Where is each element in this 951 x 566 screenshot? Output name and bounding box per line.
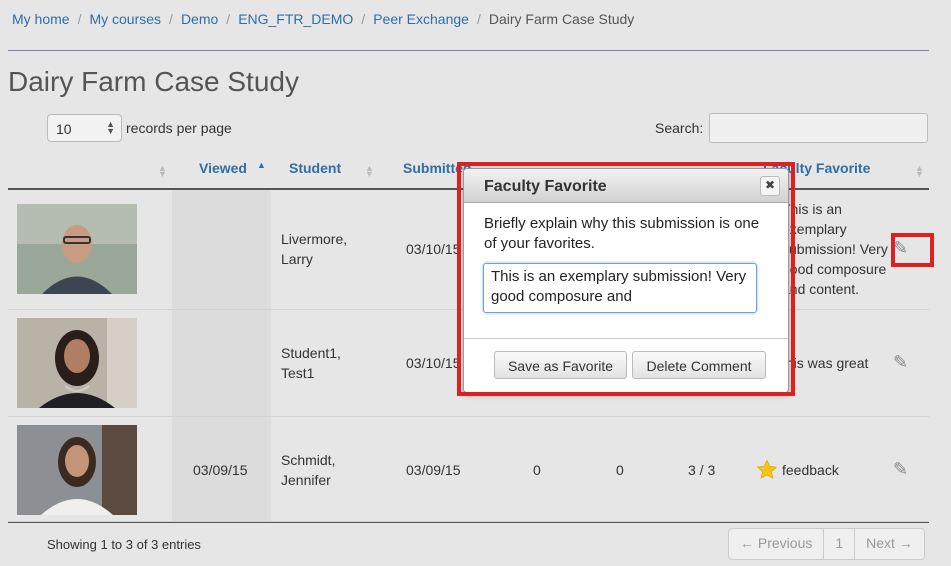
records-per-page-select[interactable]: 10 ▲ ▼ xyxy=(47,114,122,142)
pencil-icon[interactable]: ✎ xyxy=(893,352,908,373)
breadcrumb-demo[interactable]: Demo xyxy=(181,11,218,27)
breadcrumb-current: Dairy Farm Case Study xyxy=(488,11,635,27)
viewed-cell xyxy=(172,310,271,416)
next-button[interactable]: Next → xyxy=(855,529,924,559)
breadcrumb-separator: / xyxy=(361,11,366,27)
student-name[interactable]: Livermore, Larry xyxy=(281,229,347,269)
submission-thumbnail[interactable] xyxy=(17,204,137,294)
breadcrumb-my-courses[interactable]: My courses xyxy=(89,11,161,27)
table-footer-border xyxy=(8,522,929,523)
breadcrumb-separator: / xyxy=(169,11,173,27)
breadcrumb-separator: / xyxy=(226,11,231,27)
breadcrumb-separator: / xyxy=(77,11,82,27)
star-icon xyxy=(756,459,778,479)
student-name[interactable]: Schmidt, Jennifer xyxy=(281,450,335,490)
submission-thumbnail[interactable] xyxy=(17,425,137,515)
favorite-comment: This is an exemplary submission! Very good … xyxy=(782,201,888,297)
sort-icon[interactable]: ▲ ▼ xyxy=(915,164,924,179)
submitted-date: 03/09/15 xyxy=(406,462,461,478)
breadcrumb-separator: / xyxy=(476,11,481,27)
favorite-comment: feedback xyxy=(782,462,839,478)
select-arrows-icon: ▲ ▼ xyxy=(106,119,115,136)
pencil-icon[interactable]: ✎ xyxy=(893,459,908,480)
pagination: ← Previous 1 Next → xyxy=(728,528,925,560)
search-label: Search: xyxy=(655,120,704,136)
entries-info: Showing 1 to 3 of 3 entries xyxy=(47,537,201,552)
submission-thumbnail[interactable] xyxy=(17,318,137,408)
page-1-button[interactable]: 1 xyxy=(824,529,856,559)
breadcrumb-course[interactable]: ENG_FTR_DEMO xyxy=(238,11,353,27)
breadcrumb-peer-exchange[interactable]: Peer Exchange xyxy=(373,11,469,27)
records-per-page-label: records per page xyxy=(126,120,232,136)
student-name[interactable]: Student1, Test1 xyxy=(281,343,341,383)
submitted-date: 03/10/15 xyxy=(406,355,461,371)
breadcrumb-my-home[interactable]: My home xyxy=(12,11,70,27)
page-title: Dairy Farm Case Study xyxy=(8,66,299,97)
previous-button[interactable]: ← Previous xyxy=(729,529,825,559)
header-divider xyxy=(8,50,929,51)
count-cell: 0 xyxy=(533,462,541,478)
viewed-date: 03/09/15 xyxy=(193,462,248,478)
viewed-cell xyxy=(172,190,271,309)
edit-highlight xyxy=(891,233,934,267)
dialog-highlight xyxy=(457,162,795,396)
records-per-page-value: 10 xyxy=(56,121,72,137)
column-student[interactable]: Student xyxy=(289,160,341,176)
sort-icon[interactable]: ▲ ▼ xyxy=(158,164,167,179)
breadcrumb: My home / My courses / Demo / ENG_FTR_DEMO / Pee… xyxy=(12,11,634,27)
count-cell: 0 xyxy=(616,462,624,478)
sort-icon[interactable]: ▲ ▼ xyxy=(365,164,374,179)
score-cell: 3 / 3 xyxy=(688,462,716,478)
sort-asc-icon[interactable]: ▲ xyxy=(257,161,266,170)
search-input[interactable] xyxy=(709,113,928,143)
column-viewed[interactable]: Viewed xyxy=(199,160,247,176)
submitted-date: 03/10/15 xyxy=(406,241,461,257)
